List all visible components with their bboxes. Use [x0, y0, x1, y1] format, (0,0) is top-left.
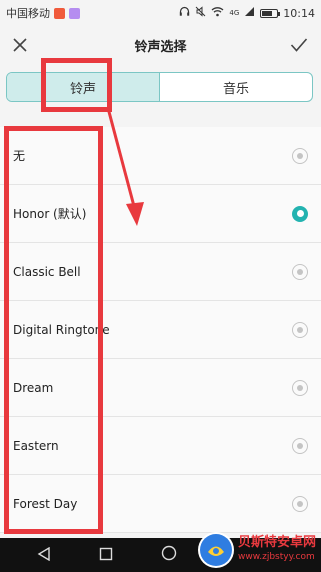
notification-app-icon	[69, 7, 80, 19]
battery-icon	[260, 8, 281, 18]
back-icon	[37, 546, 50, 561]
watermark-text: 贝斯特安卓网 www.zjbstyy.com	[238, 536, 316, 564]
radio-button[interactable]	[292, 263, 308, 280]
back-button[interactable]	[37, 546, 51, 565]
confirm-button[interactable]	[285, 31, 313, 59]
radio-button[interactable]	[292, 495, 308, 512]
watermark-name: 贝斯特安卓网	[238, 535, 317, 550]
radio-dot	[297, 442, 303, 449]
list-item-label: 无	[13, 149, 26, 163]
radio-button[interactable]	[292, 147, 308, 164]
notification-app-icon	[54, 7, 65, 19]
radio-button[interactable]	[292, 437, 308, 454]
list-item-label: Classic Bell	[13, 264, 81, 279]
radio-button[interactable]	[292, 321, 308, 338]
list-item-honor[interactable]: Honor (默认)	[0, 185, 321, 243]
ringtone-list: 无 Honor (默认) Classic Bell Digital Ringto…	[0, 127, 321, 533]
status-bar: 中国移动 4G 10:14	[0, 0, 321, 26]
radio-dot	[297, 268, 303, 275]
page-title: 铃声选择	[134, 39, 187, 55]
watermark: 贝斯特安卓网 www.zjbstyy.com	[198, 530, 319, 570]
recents-button[interactable]	[99, 546, 113, 565]
network-type-label: 4G	[229, 8, 240, 17]
signal-icon	[244, 6, 255, 20]
radio-dot	[297, 326, 303, 333]
wifi-icon	[211, 6, 224, 20]
mute-icon	[195, 6, 206, 20]
title-bar: 铃声选择	[0, 26, 321, 64]
list-item-label: Dream	[13, 380, 54, 395]
watermark-url: www.zjbstyy.com	[238, 552, 315, 562]
radio-button-selected[interactable]	[292, 205, 308, 222]
tab-music[interactable]: 音乐	[160, 73, 312, 101]
list-item-digital-ringtone[interactable]: Digital Ringtone	[0, 301, 321, 359]
radio-dot	[297, 152, 303, 159]
list-item-none[interactable]: 无	[0, 127, 321, 185]
list-item-classic-bell[interactable]: Classic Bell	[0, 243, 321, 301]
status-bar-left: 中国移动	[6, 5, 80, 21]
list-item-label: Eastern	[13, 438, 59, 453]
segmented-tabs: 铃声 音乐	[6, 72, 313, 102]
clock-label: 10:14	[283, 6, 315, 20]
headset-icon	[179, 6, 190, 20]
close-button[interactable]	[6, 31, 34, 59]
radio-dot	[297, 500, 303, 507]
radio-dot	[296, 210, 304, 217]
list-item-forest-day[interactable]: Forest Day	[0, 475, 321, 533]
status-bar-right: 4G 10:14	[179, 6, 315, 20]
check-icon	[290, 38, 308, 52]
recents-icon	[99, 547, 112, 560]
home-button[interactable]	[161, 545, 177, 565]
home-icon	[161, 545, 176, 561]
list-item-eastern[interactable]: Eastern	[0, 417, 321, 475]
radio-dot	[297, 384, 303, 391]
list-item-label: Digital Ringtone	[13, 322, 110, 337]
battery-level	[262, 10, 273, 16]
radio-button[interactable]	[292, 379, 308, 396]
list-item-label: Forest Day	[13, 496, 78, 511]
list-item-dream[interactable]: Dream	[0, 359, 321, 417]
carrier-label: 中国移动	[6, 7, 50, 20]
close-icon	[13, 38, 27, 52]
watermark-logo-icon	[198, 532, 234, 568]
list-item-label: Honor (默认)	[13, 207, 87, 221]
tab-ringtone[interactable]: 铃声	[7, 73, 160, 101]
